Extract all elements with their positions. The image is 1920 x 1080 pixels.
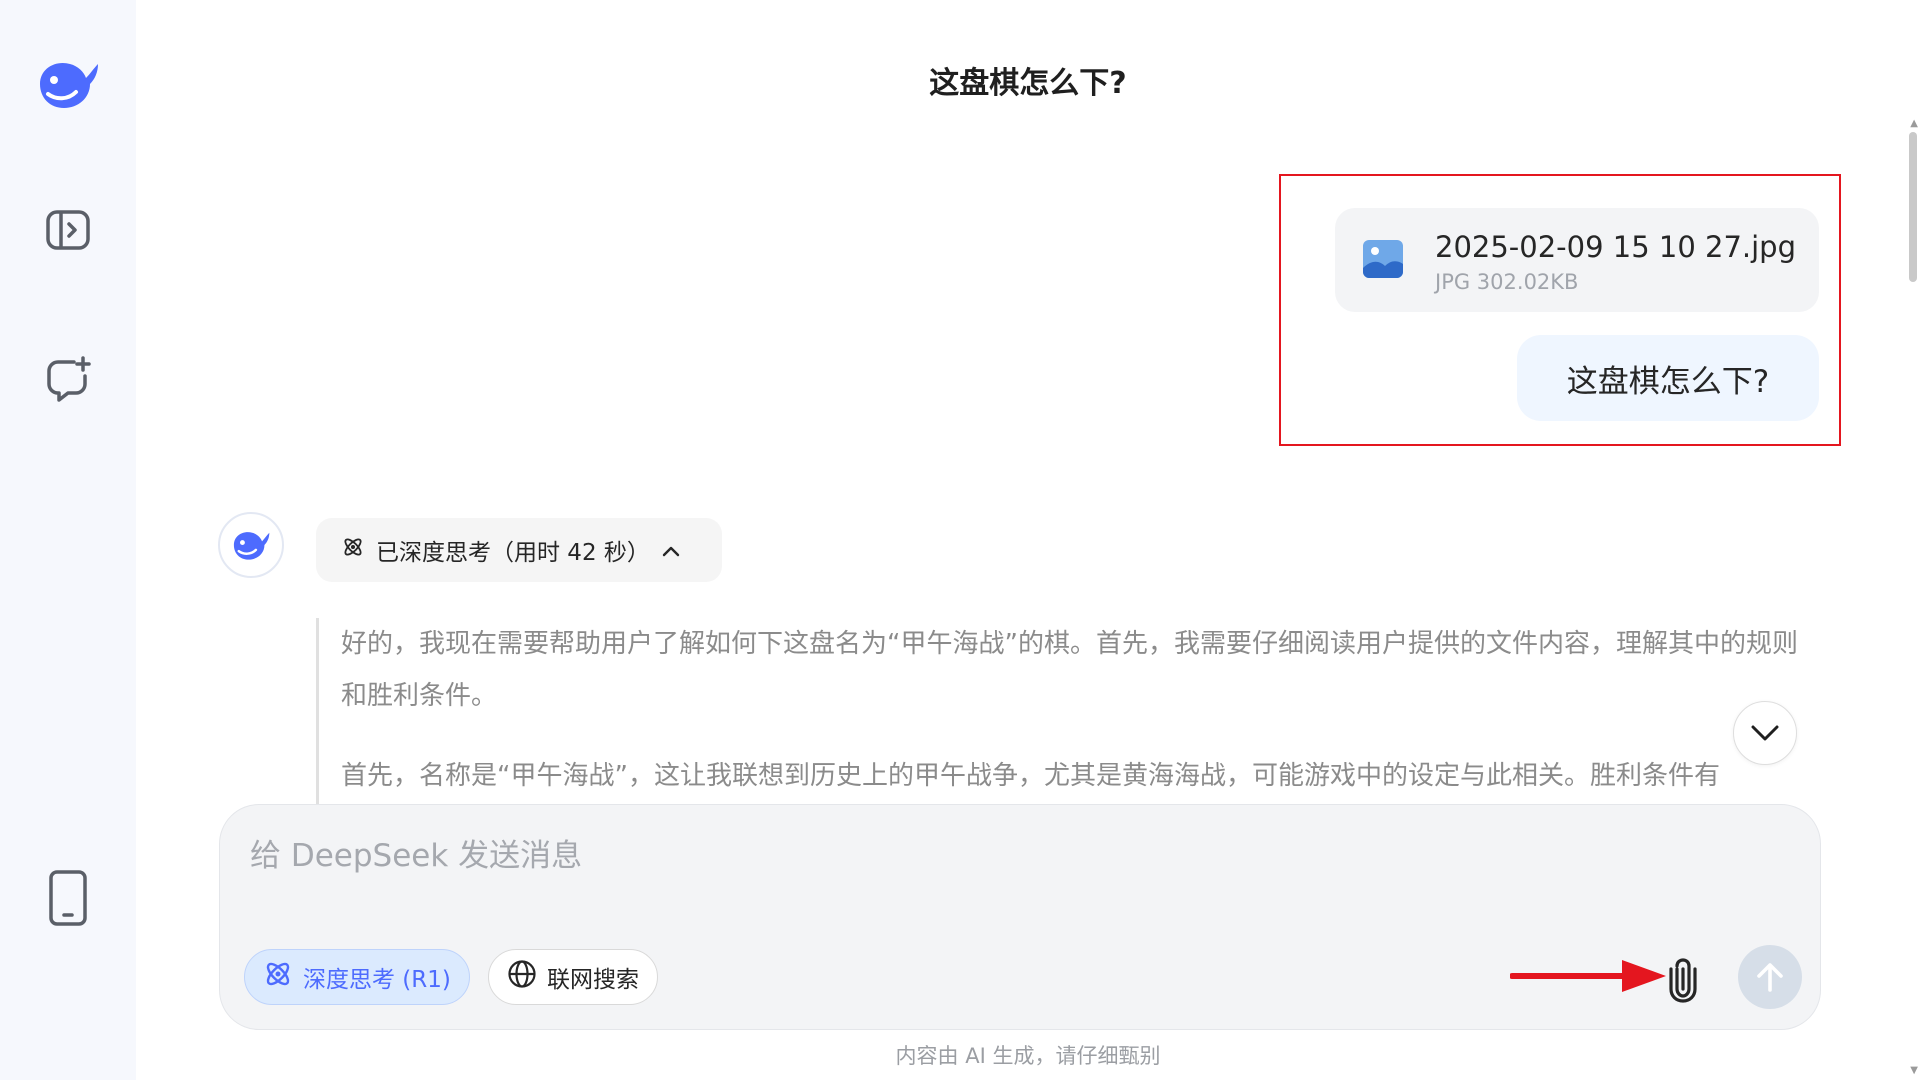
scrollbar-thumb[interactable] <box>1909 132 1917 282</box>
chevron-down-icon <box>1751 725 1779 741</box>
globe-icon <box>507 959 537 995</box>
conversation-title: 这盘棋怎么下? <box>929 66 1127 101</box>
sidebar-toggle-icon[interactable] <box>28 190 108 270</box>
scroll-to-bottom-button[interactable] <box>1733 701 1797 765</box>
deep-think-toggle[interactable]: 深度思考 (R1) <box>244 949 470 1005</box>
user-message-bubble: 这盘棋怎么下? <box>1517 335 1819 421</box>
annotation-arrow <box>1510 960 1666 992</box>
scroll-up-arrow-icon[interactable]: ▲ <box>1910 118 1918 129</box>
sidebar <box>0 0 136 1080</box>
ai-disclaimer: 内容由 AI 生成，请仔细甄别 <box>895 1044 1161 1068</box>
attachment-meta: JPG 302.02KB <box>1435 270 1579 294</box>
deepseek-whale-icon <box>233 532 270 560</box>
new-chat-icon[interactable] <box>28 340 108 420</box>
send-button[interactable] <box>1738 945 1802 1009</box>
atom-icon <box>342 536 364 564</box>
deepseek-logo-icon[interactable] <box>28 44 108 124</box>
web-search-label: 联网搜索 <box>547 967 639 993</box>
reasoning-paragraph: 首先，名称是“甲午海战”，这让我联想到历史上的甲午战争，尤其是黄海海战，可能游戏… <box>341 761 1720 791</box>
atom-icon <box>263 959 293 995</box>
message-input[interactable] <box>248 825 1552 887</box>
image-file-icon <box>1363 240 1403 278</box>
reasoning-content: 好的，我现在需要帮助用户了解如何下这盘名为“甲午海战”的棋。首先，我需要仔细阅读… <box>316 618 1820 804</box>
thinking-label: 已深度思考（用时 42 秒） <box>376 540 650 566</box>
message-composer: 深度思考 (R1) 联网搜索 <box>219 804 1821 1030</box>
deep-think-label: 深度思考 (R1) <box>303 967 451 993</box>
arrow-up-icon <box>1757 963 1783 992</box>
chevron-up-icon <box>662 537 680 563</box>
paperclip-icon <box>1669 958 1697 1003</box>
thinking-toggle[interactable]: 已深度思考（用时 42 秒） <box>316 518 722 582</box>
phone-icon[interactable] <box>28 858 108 938</box>
reasoning-paragraph: 好的，我现在需要帮助用户了解如何下这盘名为“甲午海战”的棋。首先，我需要仔细阅读… <box>341 629 1798 711</box>
attachment-filename: 2025-02-09 15 10 27.jpg <box>1435 230 1796 264</box>
web-search-toggle[interactable]: 联网搜索 <box>488 949 658 1005</box>
attachment-card[interactable]: 2025-02-09 15 10 27.jpg JPG 302.02KB <box>1335 208 1819 312</box>
assistant-avatar <box>218 512 284 578</box>
